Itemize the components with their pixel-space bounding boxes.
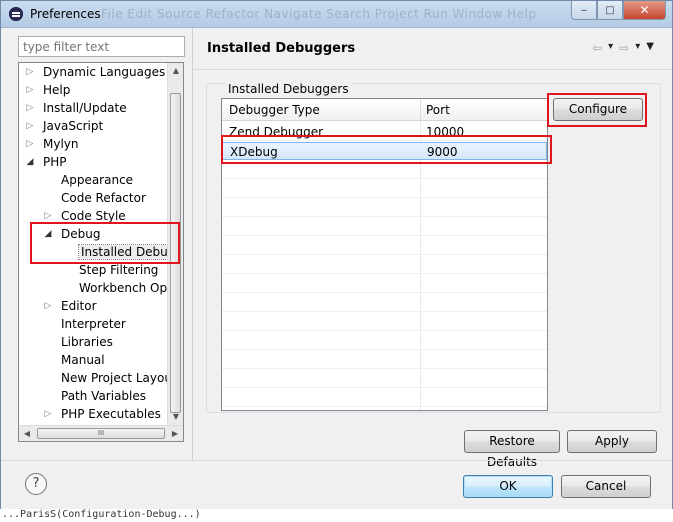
view-menu-icon[interactable]: ▼ xyxy=(646,41,654,55)
eclipse-icon xyxy=(9,7,23,21)
ok-button[interactable]: OK xyxy=(463,475,553,498)
empty-table-row xyxy=(222,199,547,217)
window-controls: ‒ □ ✕ xyxy=(571,1,666,20)
tree-item-label: Editor xyxy=(61,299,97,313)
tree-item-path-variables[interactable]: Path Variables xyxy=(43,387,146,405)
page-navigation: ⇦ ▾ ⇨ ▾ ▼ xyxy=(592,41,654,55)
tree-item-label: PHP xyxy=(43,155,67,169)
minimize-button[interactable]: ‒ xyxy=(571,1,597,20)
tree-item-label: Appearance xyxy=(61,173,134,187)
scroll-up-arrow-icon[interactable]: ▲ xyxy=(168,63,183,79)
empty-table-row xyxy=(222,180,547,198)
scroll-right-arrow-icon[interactable]: ▶ xyxy=(167,426,183,441)
sash-divider[interactable] xyxy=(192,28,193,460)
tree-item-label: Mylyn xyxy=(43,137,79,151)
empty-table-row xyxy=(222,351,547,369)
empty-table-row xyxy=(222,370,547,388)
tree-item-php-executables[interactable]: ▷ PHP Executables xyxy=(43,405,161,423)
close-button[interactable]: ✕ xyxy=(623,1,666,20)
background-editor-strip: ...ParisS(Configuration-Debug...) xyxy=(0,509,673,522)
empty-table-row xyxy=(222,256,547,274)
tree-item-interpreter[interactable]: Interpreter xyxy=(43,315,126,333)
maximize-button[interactable]: □ xyxy=(597,1,623,20)
tree-item-help[interactable]: ▷ Help xyxy=(25,81,71,99)
collapsed-triangle-icon[interactable]: ▷ xyxy=(43,405,53,423)
tree-item-label: Code Style xyxy=(61,209,126,223)
collapsed-triangle-icon[interactable]: ▷ xyxy=(25,63,35,81)
hscroll-thumb[interactable]: III xyxy=(37,428,165,439)
tree-item-label: Workbench Opti xyxy=(79,281,176,295)
empty-table-row xyxy=(222,275,547,293)
group-label: Installed Debuggers xyxy=(226,82,351,96)
column-divider[interactable] xyxy=(420,99,421,121)
forward-arrow-icon[interactable]: ⇨ xyxy=(619,41,629,55)
tree-item-label: Help xyxy=(43,83,71,97)
restore-defaults-button[interactable]: Restore Defaults xyxy=(464,430,560,469)
empty-table-row xyxy=(222,237,547,255)
tree-item-editor[interactable]: ▷ Editor xyxy=(43,297,97,315)
column-header-port[interactable]: Port xyxy=(426,103,450,117)
tree-item-label: Manual xyxy=(61,353,105,367)
tree-item-workbench-opti[interactable]: Workbench Opti xyxy=(61,279,175,297)
tree-item-label: Install/Update xyxy=(43,101,127,115)
highlight-xdebug-row xyxy=(221,135,552,164)
highlight-debug-tree xyxy=(30,222,180,264)
title-bar[interactable]: Preferences File Edit Source Refactor Na… xyxy=(1,1,672,28)
scroll-down-arrow-icon[interactable]: ▼ xyxy=(168,409,183,425)
tree-item-label: Interpreter xyxy=(61,317,126,331)
back-arrow-icon[interactable]: ⇦ xyxy=(592,41,602,55)
tree-item-php[interactable]: ◢ PHP xyxy=(25,153,67,171)
filter-input[interactable] xyxy=(18,36,185,57)
tree-item-label: JavaScript xyxy=(43,119,104,133)
preferences-dialog: Preferences File Edit Source Refactor Na… xyxy=(0,0,673,522)
empty-table-row xyxy=(222,389,547,407)
tree-item-code-refactor[interactable]: Code Refactor xyxy=(43,189,146,207)
tree-item-javascript[interactable]: ▷ JavaScript xyxy=(25,117,104,135)
tree-item-label: PHP Executables xyxy=(61,407,161,421)
tree-item-new-project-layout[interactable]: New Project Layout xyxy=(43,369,177,387)
window-title: Preferences xyxy=(30,7,101,21)
cancel-button[interactable]: Cancel xyxy=(561,475,651,498)
expanded-triangle-icon[interactable]: ◢ xyxy=(25,153,35,171)
page-header: Installed Debuggers ⇦ ▾ ⇨ ▾ ▼ xyxy=(193,28,672,70)
page-title: Installed Debuggers xyxy=(207,41,356,56)
apply-button[interactable]: Apply xyxy=(567,430,657,453)
empty-table-row xyxy=(222,313,547,331)
tree-item-label: New Project Layout xyxy=(61,371,177,385)
highlight-configure xyxy=(547,93,647,127)
scroll-left-arrow-icon[interactable]: ◀ xyxy=(19,426,35,441)
background-menu-ghost: File Edit Source Refactor Navigate Searc… xyxy=(101,7,537,21)
empty-table-row xyxy=(222,332,547,350)
table-header: Debugger Type Port xyxy=(222,99,547,121)
empty-table-row xyxy=(222,218,547,236)
empty-table-row xyxy=(222,294,547,312)
tree-item-install-update[interactable]: ▷ Install/Update xyxy=(25,99,127,117)
tree-item-mylyn[interactable]: ▷ Mylyn xyxy=(25,135,79,153)
collapsed-triangle-icon[interactable]: ▷ xyxy=(25,99,35,117)
tree-item-label: Path Variables xyxy=(61,389,147,403)
forward-dropdown-icon[interactable]: ▾ xyxy=(635,41,640,55)
footer-separator xyxy=(1,460,672,461)
tree-item-manual[interactable]: Manual xyxy=(43,351,105,369)
tree-horizontal-scrollbar[interactable]: ◀ III ▶ xyxy=(19,425,183,441)
collapsed-triangle-icon[interactable]: ▷ xyxy=(43,297,53,315)
back-dropdown-icon[interactable]: ▾ xyxy=(608,41,613,55)
tree-item-dynamic-languages[interactable]: ▷ Dynamic Languages xyxy=(25,63,166,81)
tree-item-label: Libraries xyxy=(61,335,113,349)
collapsed-triangle-icon[interactable]: ▷ xyxy=(25,135,35,153)
column-header-type[interactable]: Debugger Type xyxy=(229,103,320,117)
tree-item-appearance[interactable]: Appearance xyxy=(43,171,133,189)
collapsed-triangle-icon[interactable]: ▷ xyxy=(25,81,35,99)
tree-item-label: Dynamic Languages xyxy=(43,65,166,79)
help-icon[interactable]: ? xyxy=(25,473,47,495)
tree-item-label: Code Refactor xyxy=(61,191,146,205)
tree-item-libraries[interactable]: Libraries xyxy=(43,333,113,351)
tree-item-label: Step Filtering xyxy=(79,263,159,277)
collapsed-triangle-icon[interactable]: ▷ xyxy=(25,117,35,135)
